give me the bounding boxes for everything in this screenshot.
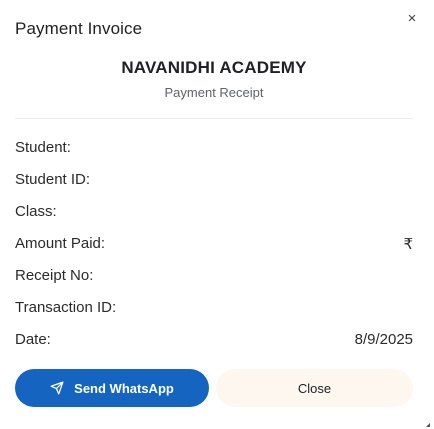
receipt-subtitle: Payment Receipt [164,85,264,100]
field-row-date: Date: 8/9/2025 [15,331,413,353]
send-whatsapp-label: Send WhatsApp [74,380,174,396]
send-icon [50,381,64,395]
divider [15,118,413,119]
field-row-student: Student: [15,139,413,161]
org-name: NAVANIDHI ACADEMY [121,58,307,77]
field-row-student-id: Student ID: [15,171,413,193]
field-row-transaction-id: Transaction ID: [15,299,413,321]
send-whatsapp-button[interactable]: Send WhatsApp [15,369,209,407]
resize-handle-icon [426,423,430,427]
field-label: Student: [15,139,71,156]
field-label: Class: [15,203,57,220]
field-row-receipt-no: Receipt No: [15,267,413,289]
field-value: ₹ [403,236,413,253]
field-label: Amount Paid: [15,235,106,252]
field-row-amount-paid: Amount Paid: ₹ [15,235,413,257]
field-label: Student ID: [15,171,91,188]
close-button[interactable]: Close [216,369,413,407]
dialog-title: Payment Invoice [15,19,143,38]
payment-invoice-dialog: Payment Invoice × NAVANIDHI ACADEMY Paym… [0,0,434,429]
field-label: Receipt No: [15,267,94,284]
field-row-class: Class: [15,203,413,225]
field-label: Date: [15,331,51,348]
close-icon[interactable]: × [403,10,421,28]
field-value: 8/9/2025 [354,331,413,348]
field-label: Transaction ID: [15,299,117,316]
